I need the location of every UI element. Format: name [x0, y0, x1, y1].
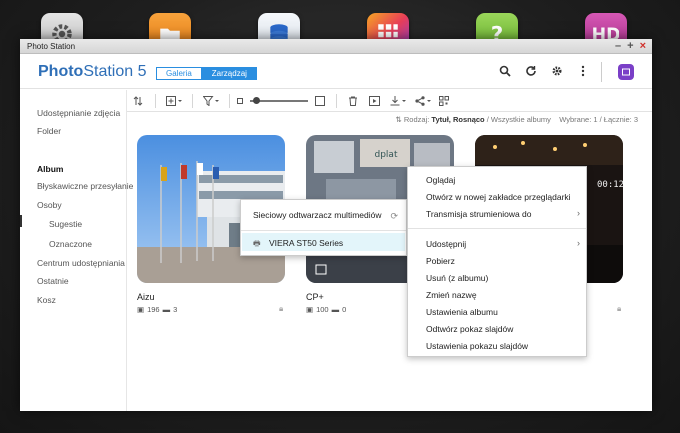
toolbar-divider [229, 93, 230, 108]
header-divider [601, 62, 602, 82]
settings-icon[interactable] [550, 64, 564, 78]
user-avatar-icon[interactable] [618, 64, 634, 80]
submenu-header: Sieciowy odtwarzacz multimediów [253, 210, 382, 220]
menu-item-open-new-tab[interactable]: Otwórz w nowej zakładce przeglądarki [426, 192, 571, 202]
maximize-button[interactable]: + [627, 40, 633, 52]
sidebar-item-people[interactable]: Osoby [37, 200, 62, 210]
sidebar-item-recent[interactable]: Ostatnie [37, 276, 69, 286]
toolbar-divider [155, 93, 156, 108]
sort-status-icon: ⇅ [395, 115, 402, 124]
video-count-icon: ▬ [162, 305, 171, 314]
menu-item-remove[interactable]: Usuń (z albumu) [426, 273, 488, 283]
thumbnail-small-icon[interactable] [236, 93, 244, 109]
context-menu: Oglądaj Otwórz w nowej zakładce przegląd… [407, 166, 587, 357]
add-album-icon[interactable] [162, 93, 186, 109]
refresh-icon[interactable] [524, 64, 538, 78]
sidebar-item-share-center[interactable]: Centrum udostępniania [37, 258, 125, 268]
minimize-button[interactable]: – [615, 40, 621, 52]
toolbar [127, 90, 652, 112]
thumbnail-large-icon[interactable] [314, 93, 326, 109]
sort-icon[interactable] [127, 93, 149, 109]
slideshow-icon[interactable] [363, 93, 385, 109]
status-bar: ⇅ Rodzaj: Tytuł, Rosnąco / Wszystkie alb… [396, 115, 639, 124]
lock-icon: 🔒︎ [279, 304, 284, 313]
qr-code-icon[interactable] [435, 93, 453, 109]
album-path: / Wszystkie albumy [486, 115, 551, 124]
menu-item-play-slideshow[interactable]: Odtwórz pokaz slajdów [426, 324, 513, 334]
sidebar-item-album[interactable]: Album [37, 164, 63, 174]
slider-knob[interactable] [253, 96, 260, 104]
photo-station-window: Photo Station – + × PhotoStation 5 Galer… [20, 39, 652, 411]
menu-item-stream-to[interactable]: Transmisja strumieniowa do [426, 209, 532, 219]
total-count: / Łącznie: 3 [599, 115, 638, 124]
tab-gallery[interactable]: Galeria [156, 67, 202, 80]
tab-manage[interactable]: Zarządzaj [201, 67, 257, 80]
thumbnail-size-slider[interactable] [250, 96, 308, 104]
app-logo: PhotoStation 5 [38, 63, 147, 80]
album-name: CP+ [306, 292, 324, 302]
active-item-marker [20, 215, 22, 227]
mode-tabs: Galeria Zarządzaj [156, 67, 257, 80]
close-button[interactable]: × [640, 40, 646, 52]
menu-item-slideshow-settings[interactable]: Ustawienia pokazu slajdów [426, 341, 528, 351]
filter-icon[interactable] [199, 93, 223, 109]
refresh-devices-icon[interactable]: ⟳ [390, 211, 398, 222]
album-name: Aizu [137, 292, 155, 302]
sidebar-item-photo-sharing[interactable]: Udostępnianie zdjęcia [37, 108, 120, 118]
photo-count-icon: ▣ [137, 305, 145, 314]
menu-separator [241, 230, 406, 231]
stream-submenu: Sieciowy odtwarzacz multimediów ⟳ 🖶︎ VIE… [240, 199, 407, 256]
menu-item-view[interactable]: Oglądaj [426, 175, 455, 185]
app-header: PhotoStation 5 Galeria Zarządzaj [20, 54, 652, 89]
more-icon[interactable] [576, 64, 590, 78]
video-count-icon: ▬ [331, 305, 340, 314]
photo-count-icon: ▣ [306, 305, 314, 314]
sidebar-item-instant-upload[interactable]: Błyskawiczne przesyłanie [37, 181, 133, 191]
sidebar: Udostępnianie zdjęcia Folder Album Błysk… [20, 90, 133, 411]
menu-item-rename[interactable]: Zmień nazwę [426, 290, 477, 300]
chevron-right-icon: › [577, 208, 580, 218]
desktop-dock: ? HD [0, 0, 680, 55]
selected-count: Wybrane: 1 [559, 115, 598, 124]
toolbar-divider [336, 93, 337, 108]
sort-label: Rodzaj: [403, 115, 430, 124]
video-timestamp: 00:12 [597, 180, 625, 190]
delete-icon[interactable] [343, 93, 363, 109]
download-icon[interactable] [385, 93, 411, 109]
sidebar-item-trash[interactable]: Kosz [37, 295, 56, 305]
search-icon[interactable] [498, 64, 512, 78]
sidebar-item-suggestions[interactable]: Sugestie [49, 219, 82, 229]
menu-item-share[interactable]: Udostępnij [426, 239, 466, 249]
header-icons [498, 64, 590, 78]
menu-item-album-settings[interactable]: Ustawienia albumu [426, 307, 498, 317]
chevron-right-icon: › [577, 238, 580, 248]
share-icon[interactable] [411, 93, 435, 109]
sidebar-item-tagged[interactable]: Oznaczone [49, 239, 92, 249]
album-counts: ▣ 196 ▬ 3 [137, 305, 178, 314]
menu-item-download[interactable]: Pobierz [426, 256, 455, 266]
device-item[interactable]: VIERA ST50 Series [269, 238, 343, 248]
toolbar-divider [192, 93, 193, 108]
menu-separator [408, 228, 586, 229]
sidebar-item-folder[interactable]: Folder [37, 126, 61, 136]
tv-icon: 🖶︎ [253, 239, 261, 248]
svg-text:dplat: dplat [375, 150, 398, 160]
title-bar: Photo Station – + × [20, 39, 652, 54]
window-title: Photo Station [27, 42, 76, 51]
window-controls: – + × [615, 40, 646, 52]
lock-icon: 🔒︎ [617, 304, 622, 313]
sort-value[interactable]: Tytuł, Rosnąco [431, 115, 484, 124]
album-counts: ▣ 100 ▬ 0 [306, 305, 347, 314]
